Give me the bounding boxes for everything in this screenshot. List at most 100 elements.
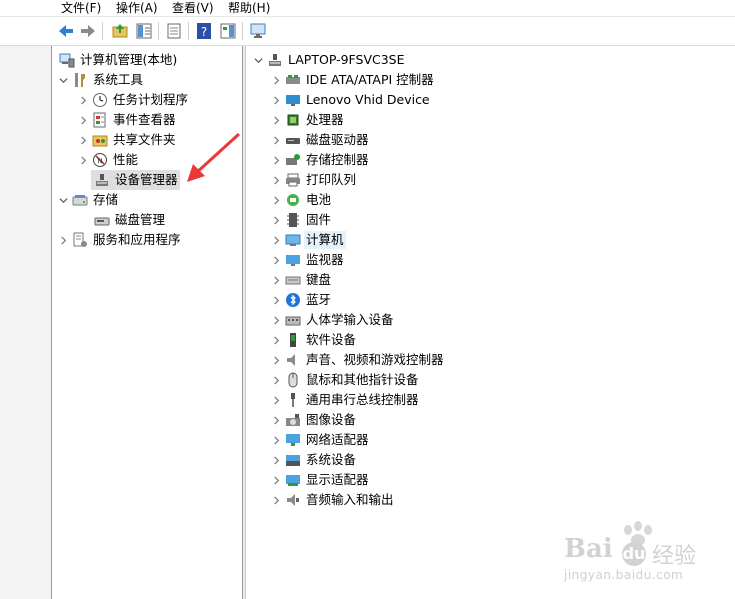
- device-category-row[interactable]: 电池: [270, 190, 333, 210]
- device-category-row[interactable]: 鼠标和其他指针设备: [270, 370, 421, 390]
- storage-icon: [71, 192, 88, 209]
- software-device-icon: [284, 332, 301, 349]
- action-pane-icon[interactable]: [218, 21, 238, 41]
- chevron-right-icon[interactable]: [270, 294, 282, 306]
- chevron-right-icon[interactable]: [270, 374, 282, 386]
- device-category-row[interactable]: 软件设备: [270, 330, 358, 350]
- chevron-right-icon[interactable]: [77, 134, 89, 146]
- chevron-right-icon[interactable]: [270, 174, 282, 186]
- system-device-icon: [284, 452, 301, 469]
- device-category-row[interactable]: IDE ATA/ATAPI 控制器: [270, 70, 436, 90]
- chevron-right-icon[interactable]: [77, 94, 89, 106]
- chevron-right-icon[interactable]: [270, 214, 282, 226]
- chevron-right-icon[interactable]: [77, 154, 89, 166]
- device-category-label: 电池: [306, 192, 332, 207]
- print-queue-icon: [284, 172, 301, 189]
- annotation-arrow: [187, 132, 241, 182]
- tree-task-scheduler[interactable]: 任务计划程序: [77, 90, 190, 110]
- chevron-right-icon[interactable]: [270, 334, 282, 346]
- chevron-right-icon[interactable]: [270, 494, 282, 506]
- tree-label: 系统工具: [93, 72, 144, 87]
- device-category-row[interactable]: 监视器: [270, 250, 346, 270]
- tree-performance[interactable]: N 性能: [77, 150, 140, 170]
- device-tree-root[interactable]: LAPTOP-9FSVC3SE: [252, 50, 407, 70]
- device-category-row[interactable]: 图像设备: [270, 410, 358, 430]
- menu-view[interactable]: 查看(V): [169, 0, 217, 17]
- device-category-row[interactable]: 计算机: [270, 230, 346, 250]
- device-category-row[interactable]: 音频输入和输出: [270, 490, 396, 510]
- disk-management-icon: [93, 212, 110, 229]
- tree-shared-folders[interactable]: 共享文件夹: [77, 130, 178, 150]
- tree-system-tools[interactable]: 系统工具: [57, 70, 145, 90]
- chevron-right-icon[interactable]: [77, 114, 89, 126]
- tree-device-manager[interactable]: 设备管理器: [91, 170, 180, 190]
- forward-arrow-icon[interactable]: [78, 21, 98, 41]
- menu-file[interactable]: 文件(F): [58, 0, 104, 17]
- device-category-row[interactable]: 磁盘驱动器: [270, 130, 371, 150]
- hid-icon: [284, 312, 301, 329]
- tree-services-apps[interactable]: 服务和应用程序: [57, 230, 183, 250]
- chevron-right-icon[interactable]: [270, 454, 282, 466]
- device-category-row[interactable]: 显示适配器: [270, 470, 371, 490]
- tree-disk-management[interactable]: 磁盘管理: [91, 210, 167, 230]
- menu-help[interactable]: 帮助(H): [225, 0, 273, 17]
- device-category-row[interactable]: 固件: [270, 210, 333, 230]
- chevron-right-icon[interactable]: [270, 134, 282, 146]
- tree-label: 磁盘管理: [115, 212, 166, 227]
- device-category-label: 鼠标和其他指针设备: [306, 372, 419, 387]
- back-arrow-icon[interactable]: [56, 21, 76, 41]
- device-category-row[interactable]: 存储控制器: [270, 150, 371, 170]
- chevron-right-icon[interactable]: [270, 394, 282, 406]
- tools-icon: [71, 72, 88, 89]
- chevron-right-icon[interactable]: [270, 274, 282, 286]
- properties-icon[interactable]: [164, 21, 184, 41]
- device-category-row[interactable]: 网络适配器: [270, 430, 371, 450]
- device-category-row[interactable]: 系统设备: [270, 450, 358, 470]
- device-category-row[interactable]: 人体学输入设备: [270, 310, 396, 330]
- display-adapter-icon: [284, 472, 301, 489]
- chevron-down-icon[interactable]: [252, 54, 264, 66]
- keyboard-icon: [284, 272, 301, 289]
- chevron-right-icon[interactable]: [270, 354, 282, 366]
- device-category-row[interactable]: 通用串行总线控制器: [270, 390, 421, 410]
- tree-event-viewer[interactable]: 事件查看器: [77, 110, 178, 130]
- device-tree: LAPTOP-9FSVC3SE IDE ATA/ATAPI 控制器 Lenovo …: [246, 46, 735, 599]
- device-category-label: 人体学输入设备: [306, 312, 394, 327]
- chevron-right-icon[interactable]: [270, 254, 282, 266]
- chevron-right-icon[interactable]: [270, 434, 282, 446]
- chevron-right-icon[interactable]: [270, 414, 282, 426]
- chevron-down-icon[interactable]: [57, 74, 69, 86]
- device-category-row[interactable]: Lenovo Vhid Device: [270, 90, 432, 110]
- device-category-row[interactable]: 打印队列: [270, 170, 358, 190]
- chevron-right-icon[interactable]: [57, 234, 69, 246]
- chevron-right-icon[interactable]: [270, 94, 282, 106]
- device-category-row[interactable]: 蓝牙: [270, 290, 333, 310]
- tree-root[interactable]: 计算机管理(本地): [56, 50, 179, 70]
- monitor-icon[interactable]: [248, 21, 268, 41]
- menu-action[interactable]: 操作(A): [113, 0, 161, 17]
- watermark-brand: Bai: [564, 534, 613, 564]
- device-category-row[interactable]: 键盘: [270, 270, 333, 290]
- up-folder-icon[interactable]: [110, 21, 130, 41]
- show-hide-tree-icon[interactable]: [134, 21, 154, 41]
- usb-icon: [284, 392, 301, 409]
- chevron-right-icon[interactable]: [270, 74, 282, 86]
- watermark-du-badge: du: [622, 542, 646, 566]
- device-category-row[interactable]: 声音、视频和游戏控制器: [270, 350, 446, 370]
- chevron-right-icon[interactable]: [270, 114, 282, 126]
- chevron-right-icon[interactable]: [270, 314, 282, 326]
- chevron-down-icon[interactable]: [57, 194, 69, 206]
- device-category-row[interactable]: 处理器: [270, 110, 346, 130]
- navigation-tree: 计算机管理(本地) 系统工具 任务计划程序 事件查看器 共享文件夹 N 性能 设…: [53, 46, 242, 599]
- tree-storage[interactable]: 存储: [57, 190, 120, 210]
- device-category-label: 处理器: [306, 112, 344, 127]
- chevron-right-icon[interactable]: [270, 234, 282, 246]
- sound-icon: [284, 352, 301, 369]
- chevron-right-icon[interactable]: [270, 194, 282, 206]
- disk-drive-icon: [284, 132, 301, 149]
- device-category-label: 键盘: [306, 272, 332, 287]
- chevron-right-icon[interactable]: [270, 474, 282, 486]
- toolbar: ?: [0, 17, 735, 46]
- chevron-right-icon[interactable]: [270, 154, 282, 166]
- help-icon[interactable]: ?: [194, 21, 214, 41]
